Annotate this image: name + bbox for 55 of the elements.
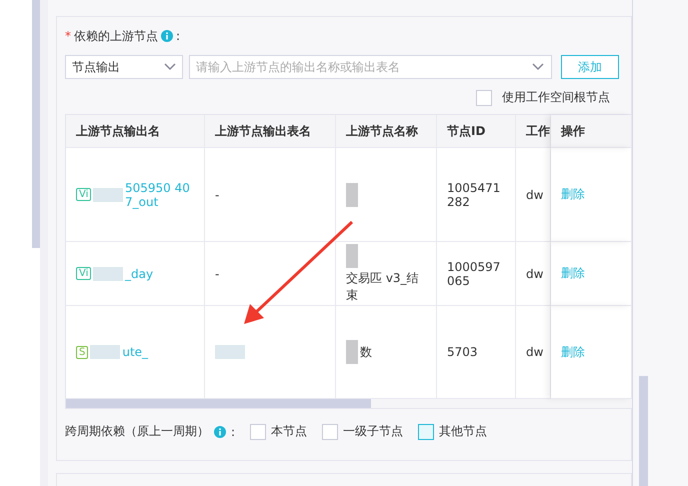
table-cell-text: 5703 (447, 345, 479, 359)
output-name-link[interactable]: 505950 407_out (124, 180, 194, 208)
horizontal-scrollbar[interactable] (66, 399, 632, 408)
table-cell-text: 1000597065 (447, 260, 502, 288)
redacted-block (346, 340, 358, 364)
caret-icon (532, 63, 544, 71)
colon-text: : (176, 29, 180, 43)
checkbox-label: 使用工作空间根节点 (502, 89, 610, 106)
output-name-link[interactable]: ute_ (122, 345, 192, 359)
output-search-field[interactable]: 请输入上游节点的输出名称或输出表名 (189, 55, 552, 79)
caret-icon (164, 63, 176, 71)
column-header: 上游节点输出名 (66, 115, 205, 148)
checkbox[interactable] (250, 424, 266, 440)
redacted-block (93, 266, 123, 280)
table-cell: dw (526, 266, 544, 280)
table-cell: - (215, 188, 220, 202)
select-value: 节点输出 (72, 58, 120, 76)
column-header: 工作 (516, 115, 551, 148)
table-cell: dw (526, 345, 544, 359)
info-icon (161, 30, 173, 42)
checkbox[interactable] (322, 424, 338, 440)
redacted-block (90, 345, 120, 359)
column-header: 上游节点输出表名 (205, 115, 336, 148)
delete-link[interactable]: 删除 (561, 186, 585, 203)
delete-link[interactable]: 删除 (561, 344, 585, 360)
column-header: 上游节点名称 (336, 115, 437, 148)
info-icon (214, 426, 226, 438)
redacted-block (93, 188, 123, 202)
side-scrollbar[interactable] (32, 0, 40, 248)
required-mark: * (65, 29, 71, 43)
field-label: 依赖的上游节点 (74, 28, 158, 44)
redacted-block (215, 345, 245, 359)
table-cell: dw (526, 188, 544, 202)
checkbox[interactable] (476, 90, 492, 106)
output-name-link[interactable]: _day (124, 266, 194, 280)
field-label: 跨周期依赖（原上一周期） (65, 423, 209, 440)
checkbox-label: 其他节点 (439, 423, 488, 440)
table-cell-text: 交易匹 v3_结束 (346, 270, 420, 304)
type-tag: Vi (76, 267, 92, 280)
node-type-select[interactable]: 节点输出 (65, 55, 183, 79)
checkbox-label: 一级子节点 (343, 423, 404, 440)
table-cell: 数 (360, 344, 372, 360)
colon-text: : (231, 424, 236, 438)
add-button[interactable]: 添加 (561, 55, 619, 79)
delete-link[interactable]: 删除 (561, 265, 585, 282)
checkbox-label: 本节点 (271, 423, 308, 440)
column-header: 操作 (551, 115, 632, 148)
redacted-block (346, 244, 358, 268)
type-tag: Vi (76, 188, 92, 201)
column-header: 节点ID (437, 115, 516, 148)
table-cell-text: 1005471282 (447, 180, 502, 208)
checkbox[interactable] (418, 424, 434, 440)
type-tag: S (76, 346, 88, 358)
table-cell: - (215, 266, 220, 280)
redacted-block (346, 182, 358, 206)
